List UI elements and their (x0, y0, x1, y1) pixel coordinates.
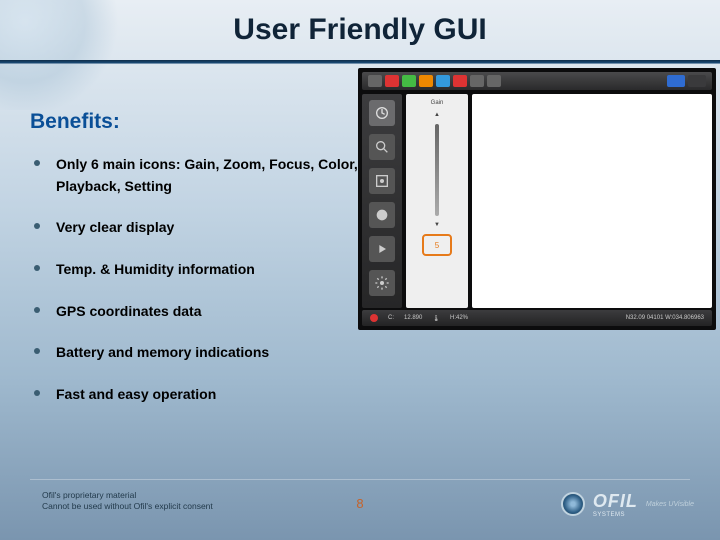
logo-swirl-icon (561, 492, 585, 516)
device-bottom-bar: C: 12.890 🌡 H:42% N32.09 04101 W:034.806… (362, 310, 712, 326)
benefits-block: Benefits: Only 6 main icons: Gain, Zoom,… (30, 110, 365, 426)
thermometer-icon: 🌡 (432, 315, 440, 322)
memory-icon (436, 75, 450, 87)
temp-label: C: (388, 315, 394, 321)
list-item: Very clear display (30, 217, 365, 239)
brand-name: OFIL (593, 491, 638, 511)
playback-icon (369, 236, 395, 262)
gain-icon (369, 100, 395, 126)
brand-tagline: Makes UVisible (646, 501, 694, 508)
mode-uv-badge (688, 75, 706, 87)
title-bar: User Friendly GUI (0, 0, 720, 60)
device-viewport (472, 94, 712, 308)
benefits-list: Only 6 main icons: Gain, Zoom, Focus, Co… (30, 154, 365, 406)
brand-logo: OFIL SYSTEMS Makes UVisible (561, 490, 694, 518)
device-gain-panel: Gain ▲ ▼ 5 (406, 94, 468, 308)
gain-slider (435, 124, 439, 216)
panel-label: Gain (431, 100, 444, 106)
list-item: Temp. & Humidity information (30, 259, 365, 281)
menu-icon (368, 75, 382, 87)
gain-value: 5 (422, 234, 452, 256)
proprietary-line1: Ofil's proprietary material (42, 490, 213, 501)
proprietary-line2: Cannot be used without Ofil's explicit c… (42, 501, 213, 512)
mic-icon (453, 75, 467, 87)
info-icon (487, 75, 501, 87)
list-item: Battery and memory indications (30, 342, 365, 364)
brand-sub: SYSTEMS (593, 512, 638, 518)
list-item: Fast and easy operation (30, 384, 365, 406)
hum-value: H:42% (450, 315, 468, 321)
title-underline (0, 60, 720, 64)
proprietary-notice: Ofil's proprietary material Cannot be us… (42, 490, 213, 512)
footer-divider (30, 479, 690, 480)
temp-value: 12.890 (404, 315, 422, 321)
device-screenshot: Gain ▲ ▼ 5 C: 12.890 🌡 H:42% N32.09 0410… (358, 68, 716, 330)
benefits-heading: Benefits: (30, 110, 365, 134)
list-item: GPS coordinates data (30, 301, 365, 323)
plug-icon (419, 75, 433, 87)
page-title: User Friendly GUI (233, 13, 486, 47)
record-icon (385, 75, 399, 87)
color-icon (369, 202, 395, 228)
gps-value: N32.09 04101 W:034.806963 (626, 315, 704, 321)
headset-icon (470, 75, 484, 87)
record-dot-icon (370, 314, 378, 322)
focus-icon (369, 168, 395, 194)
list-item: Only 6 main icons: Gain, Zoom, Focus, Co… (30, 154, 365, 197)
mode-a-badge (667, 75, 685, 87)
zoom-icon (369, 134, 395, 160)
battery-icon (402, 75, 416, 87)
settings-icon (369, 270, 395, 296)
page-number: 8 (356, 496, 363, 511)
device-top-bar (362, 72, 712, 90)
device-side-toolbar (362, 94, 402, 308)
